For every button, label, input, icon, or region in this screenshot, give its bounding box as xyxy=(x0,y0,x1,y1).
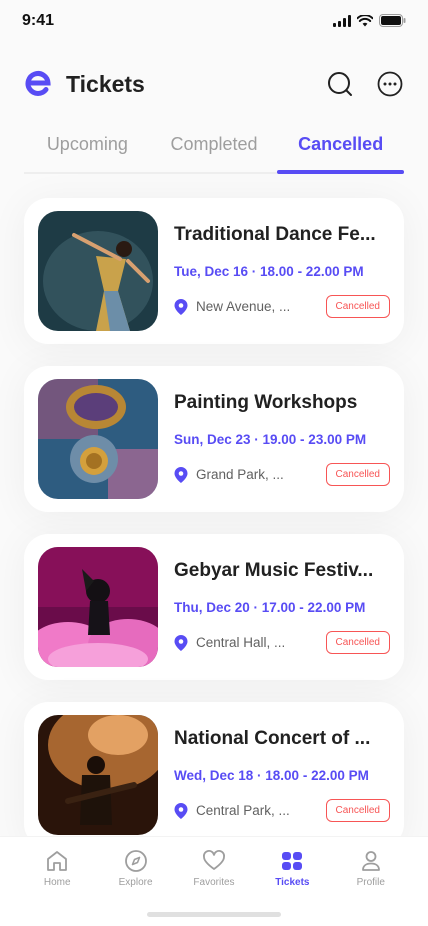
nav-profile-label: Profile xyxy=(356,877,385,888)
nav-explore-label: Explore xyxy=(118,877,153,888)
status-badge: Cancelled xyxy=(325,463,390,486)
page-title: Tickets xyxy=(66,70,145,97)
battery-icon xyxy=(379,14,406,27)
event-date: Tue, Dec 16 · 18.00 - 22.00 PM xyxy=(174,264,364,279)
home-indicator xyxy=(147,912,281,917)
nav-tickets-label: Tickets xyxy=(275,877,310,888)
status-bar: 9:41 xyxy=(0,0,428,44)
status-time: 9:41 xyxy=(22,12,55,29)
nav-profile[interactable]: Profile xyxy=(341,849,401,888)
event-date: Thu, Dec 20 · 17.00 - 22.00 PM xyxy=(174,600,366,615)
search-button[interactable] xyxy=(326,70,354,98)
event-image xyxy=(38,211,158,331)
wifi-icon xyxy=(357,14,373,26)
compass-icon xyxy=(124,850,147,872)
signal-icon xyxy=(333,14,351,27)
tab-completed[interactable]: Completed xyxy=(151,126,278,172)
event-location: New Avenue, ... xyxy=(196,299,291,314)
event-date: Wed, Dec 18 · 18.00 - 22.00 PM xyxy=(174,768,369,783)
nav-home[interactable]: Home xyxy=(27,849,87,888)
home-icon xyxy=(47,851,68,871)
more-options-button[interactable] xyxy=(376,70,404,98)
nav-explore[interactable]: Explore xyxy=(106,849,166,888)
event-location: Central Park, ... xyxy=(196,803,290,818)
status-icons xyxy=(333,14,406,27)
nav-home-label: Home xyxy=(43,877,71,888)
page-header: Tickets xyxy=(24,64,404,104)
more-icon xyxy=(377,71,403,97)
event-location: Grand Park, ... xyxy=(196,467,284,482)
event-title: Gebyar Music Festiv... xyxy=(174,560,374,581)
event-location: Central Hall, ... xyxy=(196,635,286,650)
ticket-card[interactable]: Gebyar Music Festiv... Thu, Dec 20 · 17.… xyxy=(24,534,404,680)
search-icon xyxy=(328,72,352,96)
event-image xyxy=(38,547,158,667)
status-badge: Cancelled xyxy=(325,799,390,822)
event-date: Sun, Dec 23 · 19.00 - 23.00 PM xyxy=(174,432,367,447)
nav-favorites[interactable]: Favorites xyxy=(184,849,244,888)
location-pin-icon xyxy=(174,634,188,651)
heart-icon xyxy=(203,850,225,870)
event-title: Painting Workshops xyxy=(174,392,358,413)
tab-cancelled[interactable]: Cancelled xyxy=(277,126,404,174)
profile-icon xyxy=(361,851,380,871)
ticket-card[interactable]: Traditional Dance Fe... Tue, Dec 16 · 18… xyxy=(24,198,404,344)
status-badge: Cancelled xyxy=(325,631,390,654)
tab-upcoming[interactable]: Upcoming xyxy=(24,126,151,172)
ticket-list: Traditional Dance Fe... Tue, Dec 16 · 18… xyxy=(24,198,404,870)
location-pin-icon xyxy=(174,298,188,315)
event-image xyxy=(38,379,158,499)
ticket-card[interactable]: Painting Workshops Sun, Dec 23 · 19.00 -… xyxy=(24,366,404,512)
app-logo-icon xyxy=(25,71,51,96)
ticket-tabs: Upcoming Completed Cancelled xyxy=(24,126,404,174)
ticket-icon xyxy=(282,852,303,870)
event-image xyxy=(38,715,158,835)
location-pin-icon xyxy=(174,466,188,483)
event-title: Traditional Dance Fe... xyxy=(174,224,376,245)
nav-tickets[interactable]: Tickets xyxy=(262,849,322,888)
location-pin-icon xyxy=(174,802,188,819)
ticket-card[interactable]: National Concert of ... Wed, Dec 18 · 18… xyxy=(24,702,404,848)
nav-favorites-label: Favorites xyxy=(193,877,235,888)
event-title: National Concert of ... xyxy=(174,728,371,749)
status-badge: Cancelled xyxy=(325,295,390,318)
